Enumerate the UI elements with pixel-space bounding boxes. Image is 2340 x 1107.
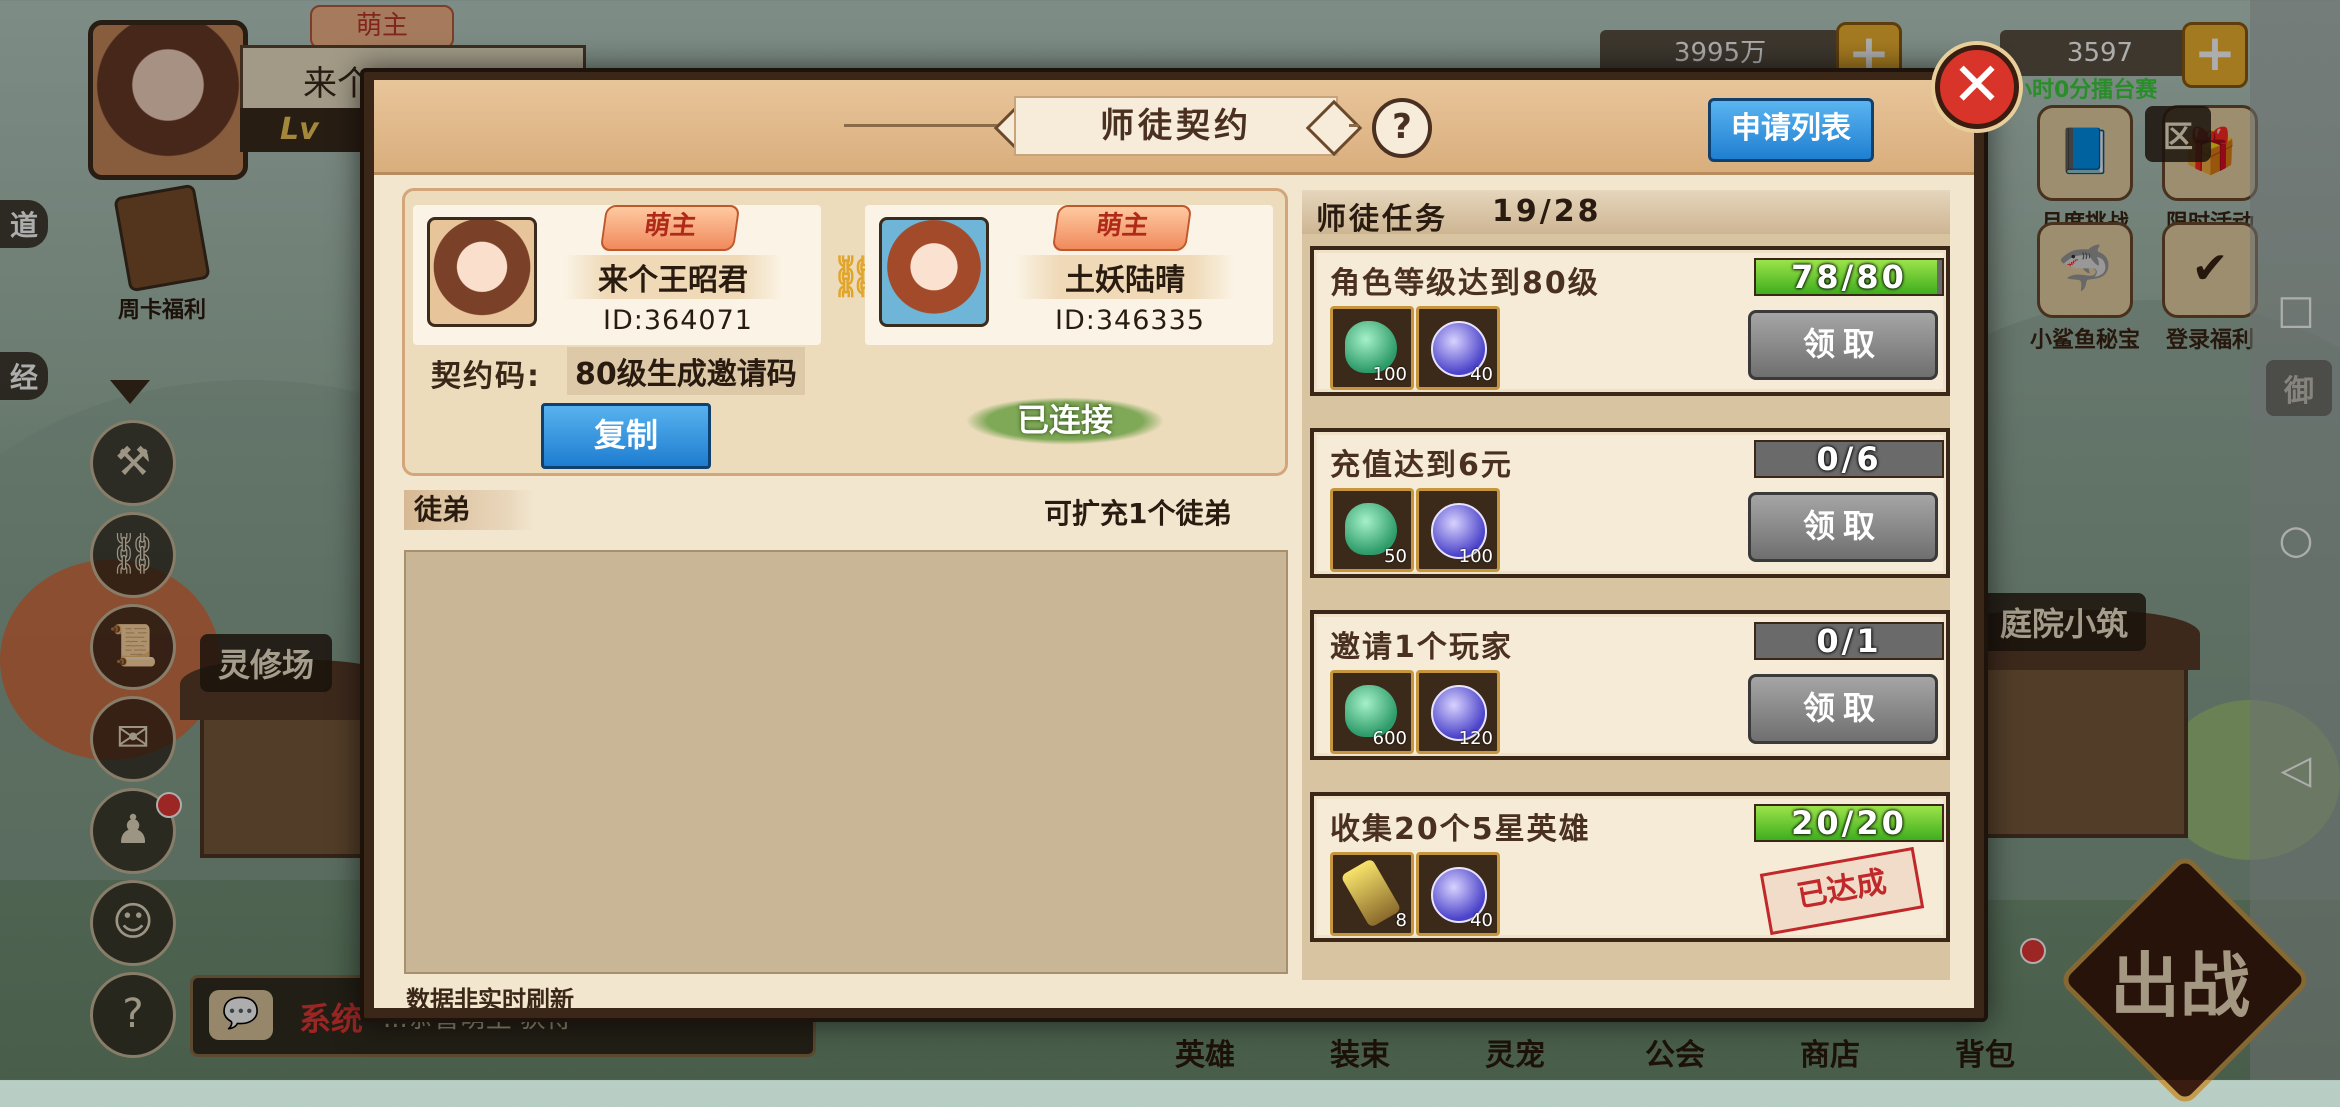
master-card[interactable]: 萌主 来个王昭君 ID:364071 xyxy=(413,205,821,345)
master-avatar xyxy=(427,217,537,327)
reward-item[interactable]: 120 xyxy=(1416,670,1500,754)
tasks-count: 19/28 xyxy=(1492,194,1602,229)
task-title: 收集20个5星英雄 xyxy=(1330,812,1591,847)
completed-stamp: 已达成 xyxy=(1759,846,1925,936)
apply-list-button[interactable]: 申请列表 xyxy=(1708,98,1874,162)
reward-item[interactable]: 100 xyxy=(1416,488,1500,572)
hero-scroll-icon xyxy=(1340,858,1402,928)
close-button[interactable]: ✕ xyxy=(1935,45,2019,129)
task-panel: 师徒任务 19/28 角色等级达到80级 78/80 100 40 领取 充值达… xyxy=(1302,190,1950,980)
apprentice-list xyxy=(404,550,1288,974)
task-card: 收集20个5星英雄 20/20 8 40 已达成 xyxy=(1310,792,1950,942)
reward-item[interactable]: 600 xyxy=(1330,670,1414,754)
copy-button[interactable]: 复制 xyxy=(541,403,711,469)
progress-text: 20/20 xyxy=(1791,804,1907,842)
partner-name: 土妖陆晴 xyxy=(1015,255,1235,299)
task-progress-bar: 0/6 xyxy=(1754,440,1944,478)
task-progress-bar: 0/1 xyxy=(1754,622,1944,660)
reward-qty: 40 xyxy=(1470,910,1493,931)
reward-item[interactable]: 40 xyxy=(1416,852,1500,936)
task-progress-bar: 20/20 xyxy=(1754,804,1944,842)
reward-item[interactable]: 8 xyxy=(1330,852,1414,936)
dialog-header: 师徒契约 ? 申请列表 xyxy=(374,80,1974,175)
reward-qty: 8 xyxy=(1395,910,1407,931)
apprentice-master-card[interactable]: 萌主 土妖陆晴 ID:346335 xyxy=(865,205,1273,345)
reward-qty: 50 xyxy=(1384,546,1407,567)
help-button[interactable]: ? xyxy=(1372,98,1432,158)
master-id: ID:364071 xyxy=(603,305,753,336)
partner-id: ID:346335 xyxy=(1055,305,1205,336)
contract-panel: 萌主 来个王昭君 ID:364071 ⛓ 萌主 土妖陆晴 ID:346335 契… xyxy=(402,188,1288,476)
reward-qty: 40 xyxy=(1470,364,1493,385)
task-card: 充值达到6元 0/6 50 100 领取 xyxy=(1310,428,1950,578)
contract-code-label: 契约码: xyxy=(431,359,541,394)
task-title: 邀请1个玩家 xyxy=(1330,630,1513,665)
master-badge: 萌主 xyxy=(599,205,741,251)
master-name: 来个王昭君 xyxy=(563,255,783,299)
task-title: 角色等级达到80级 xyxy=(1330,266,1600,301)
reward-item[interactable]: 40 xyxy=(1416,306,1500,390)
dialog-title: 师徒契约 xyxy=(1014,96,1338,156)
reward-qty: 100 xyxy=(1372,364,1407,385)
partner-badge: 萌主 xyxy=(1051,205,1193,251)
mentorship-dialog: 师徒契约 ? 申请列表 萌主 来个王昭君 ID:364071 ⛓ 萌主 土妖陆晴… xyxy=(360,68,1988,1022)
title-line-right xyxy=(1349,124,1359,127)
claim-button[interactable]: 领取 xyxy=(1748,492,1938,562)
connected-status: 已连接 xyxy=(965,397,1165,445)
task-panel-header: 师徒任务 19/28 xyxy=(1302,190,1950,237)
task-title: 充值达到6元 xyxy=(1330,448,1513,483)
footer-note: 数据非实时刷新 xyxy=(406,986,574,1014)
task-progress-bar: 78/80 xyxy=(1754,258,1944,296)
title-line-left xyxy=(844,124,1004,127)
claim-button[interactable]: 领取 xyxy=(1748,674,1938,744)
task-card: 角色等级达到80级 78/80 100 40 领取 xyxy=(1310,246,1950,396)
expand-apprentice-text: 可扩充1个徒弟 xyxy=(1044,497,1232,530)
contract-code-value: 80级生成邀请码 xyxy=(567,347,805,395)
reward-item[interactable]: 100 xyxy=(1330,306,1414,390)
claim-button[interactable]: 领取 xyxy=(1748,310,1938,380)
tasks-header: 师徒任务 xyxy=(1316,202,1448,237)
partner-avatar xyxy=(879,217,989,327)
reward-qty: 100 xyxy=(1458,546,1493,567)
progress-text: 0/6 xyxy=(1816,440,1882,478)
progress-text: 78/80 xyxy=(1791,258,1907,296)
reward-item[interactable]: 50 xyxy=(1330,488,1414,572)
task-card: 邀请1个玩家 0/1 600 120 领取 xyxy=(1310,610,1950,760)
reward-qty: 600 xyxy=(1372,728,1407,749)
reward-qty: 120 xyxy=(1458,728,1493,749)
apprentice-label: 徒弟 xyxy=(404,490,534,530)
dialog-body: 师徒契约 ? 申请列表 萌主 来个王昭君 ID:364071 ⛓ 萌主 土妖陆晴… xyxy=(374,80,1974,1014)
progress-text: 0/1 xyxy=(1816,622,1882,660)
